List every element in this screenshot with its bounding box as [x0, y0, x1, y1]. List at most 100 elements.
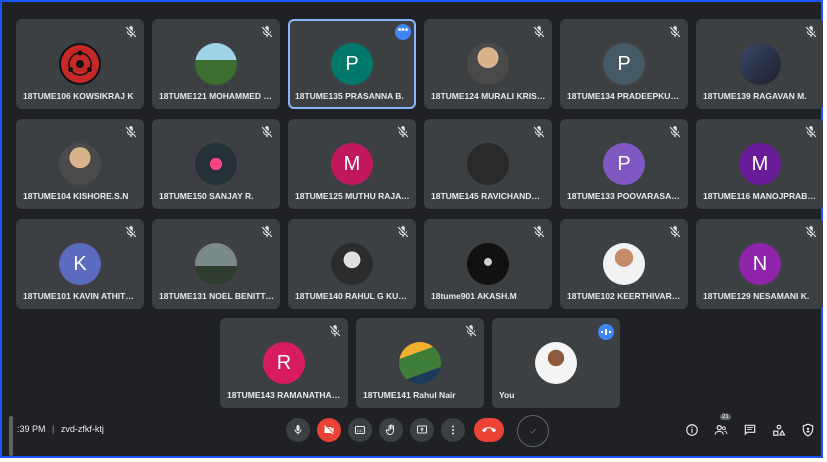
participant-tile[interactable]: N 18TUME129 NESAMANI K. — [696, 219, 824, 309]
microphone-icon — [294, 425, 302, 435]
participant-tile[interactable]: 18TUME139 RAGAVAN M. — [696, 19, 824, 109]
end-call-icon — [482, 427, 496, 433]
mic-off-icon — [261, 126, 273, 138]
window-edge — [823, 0, 827, 462]
participant-tile[interactable]: 18TUME106 KOWSIKRAJ K — [16, 19, 144, 109]
participant-tile[interactable]: P 18TUME134 PRADEEPKUMA... — [560, 19, 688, 109]
meeting-info-button[interactable] — [683, 421, 701, 439]
raise-hand-button[interactable] — [379, 418, 403, 442]
participant-tile[interactable]: P 18TUME133 POOVARASAN.P — [560, 119, 688, 209]
status-indicator — [517, 415, 549, 447]
end-call-button[interactable] — [474, 418, 504, 442]
chat-icon — [744, 424, 756, 436]
mic-off-icon — [805, 26, 817, 38]
participant-avatar — [739, 43, 781, 85]
participant-name: You — [499, 390, 515, 400]
mic-off-icon — [669, 26, 681, 38]
mic-off-icon — [805, 226, 817, 238]
mic-off-icon — [397, 226, 409, 238]
scrollbar[interactable] — [9, 416, 13, 456]
meeting-time: :39 PM — [17, 424, 46, 434]
participant-avatar — [59, 43, 101, 85]
participant-name: 18TUME131 NOEL BENITTO S. — [159, 291, 274, 301]
participant-tile[interactable]: 18TUME131 NOEL BENITTO S. — [152, 219, 280, 309]
host-controls-button[interactable] — [799, 421, 817, 439]
participant-tile[interactable]: 18TUME104 KISHORE.S.N — [16, 119, 144, 209]
mic-off-icon — [669, 226, 681, 238]
sharingan-icon — [61, 45, 99, 83]
participant-avatar: P — [603, 143, 645, 185]
participant-tile[interactable]: K 18TUME101 KAVIN ATHITHYA... — [16, 219, 144, 309]
host-controls-icon — [802, 423, 814, 437]
participant-name: 18TUME145 RAVICHANDRAN... — [431, 191, 546, 201]
participant-avatar — [195, 143, 237, 185]
participant-tile[interactable]: R 18TUME143 RAMANATHAN ... — [220, 318, 348, 408]
captions-button[interactable]: CC — [348, 418, 372, 442]
present-screen-button[interactable] — [410, 418, 434, 442]
participant-name: 18TUME141 Rahul Nair — [363, 390, 456, 400]
mic-off-icon — [261, 26, 273, 38]
participant-name: 18TUME121 MOHAMMED RA... — [159, 91, 274, 101]
participant-tile[interactable]: 18TUME121 MOHAMMED RA... — [152, 19, 280, 109]
more-options-icon — [452, 425, 454, 435]
participant-avatar — [331, 243, 373, 285]
participant-name: 18TUME129 NESAMANI K. — [703, 291, 810, 301]
participant-name: 18TUME101 KAVIN ATHITHYA... — [23, 291, 138, 301]
participant-avatar — [399, 342, 441, 384]
people-icon — [714, 425, 728, 435]
meeting-code: zvd-zfkf-ktj — [60, 424, 104, 434]
participant-name: 18tume901 AKASH.M — [431, 291, 517, 301]
mic-off-icon — [669, 126, 681, 138]
mic-off-icon — [533, 226, 545, 238]
participant-tile[interactable]: 18TUME124 MURALI KRISHN... — [424, 19, 552, 109]
participant-avatar: N — [739, 243, 781, 285]
raise-hand-icon — [385, 424, 394, 436]
participant-name: 18TUME106 KOWSIKRAJ K — [23, 91, 134, 101]
participant-avatar: M — [739, 143, 781, 185]
present-screen-icon — [417, 425, 427, 434]
participants-button[interactable]: 21 — [712, 414, 731, 439]
control-bar: :39 PM | zvd-zfkf-ktj CC 21 — [2, 406, 825, 452]
chat-button[interactable] — [741, 421, 759, 439]
participant-avatar: M — [331, 143, 373, 185]
participant-name: 18TUME143 RAMANATHAN ... — [227, 390, 342, 400]
participant-name: 18TUME125 MUTHU RAJA S. — [295, 191, 410, 201]
participant-avatar — [195, 43, 237, 85]
participant-avatar — [59, 143, 101, 185]
participant-tile[interactable]: 18TUME145 RAVICHANDRAN... — [424, 119, 552, 209]
captions-icon: CC — [355, 426, 365, 434]
participant-avatar — [535, 342, 577, 384]
camera-toggle-button[interactable] — [317, 418, 341, 442]
mic-off-icon — [329, 325, 341, 337]
more-options-button[interactable] — [441, 418, 465, 442]
microphone-button[interactable] — [286, 418, 310, 442]
mic-off-icon — [465, 325, 477, 337]
participant-tile[interactable]: M 18TUME125 MUTHU RAJA S. — [288, 119, 416, 209]
more-options-icon[interactable]: ••• — [395, 24, 411, 40]
participant-tile[interactable]: 18TUME102 KEERTHIVARUM... — [560, 219, 688, 309]
participant-tile[interactable]: 18tume901 AKASH.M — [424, 219, 552, 309]
participant-name: 18TUME133 POOVARASAN.P — [567, 191, 682, 201]
participant-tile[interactable]: M 18TUME116 MANOJPRABAK... — [696, 119, 824, 209]
participant-tile[interactable]: ••• P 18TUME135 PRASANNA B. — [288, 19, 416, 109]
mic-off-icon — [125, 26, 137, 38]
participant-name: 18TUME116 MANOJPRABAK... — [703, 191, 818, 201]
mic-off-icon — [805, 126, 817, 138]
participant-tile[interactable]: 18TUME141 Rahul Nair — [356, 318, 484, 408]
mic-off-icon — [261, 226, 273, 238]
participant-avatar: R — [263, 342, 305, 384]
checkmark-icon — [529, 428, 537, 434]
mic-off-icon — [533, 126, 545, 138]
participant-avatar — [467, 243, 509, 285]
self-tile[interactable]: You — [492, 318, 620, 408]
participant-tile[interactable]: 18TUME140 RAHUL G KUMAR — [288, 219, 416, 309]
participant-avatar: P — [603, 43, 645, 85]
participant-name: 18TUME140 RAHUL G KUMAR — [295, 291, 410, 301]
participant-name: 18TUME102 KEERTHIVARUM... — [567, 291, 682, 301]
svg-text:CC: CC — [357, 428, 363, 433]
participant-name: 18TUME139 RAGAVAN M. — [703, 91, 807, 101]
meet-window: 18TUME106 KOWSIKRAJ K 18TUME121 MOHAMMED… — [0, 0, 825, 458]
participant-tile[interactable]: 18TUME150 SANJAY R. — [152, 119, 280, 209]
activities-button[interactable] — [770, 421, 788, 439]
participant-name: 18TUME150 SANJAY R. — [159, 191, 254, 201]
